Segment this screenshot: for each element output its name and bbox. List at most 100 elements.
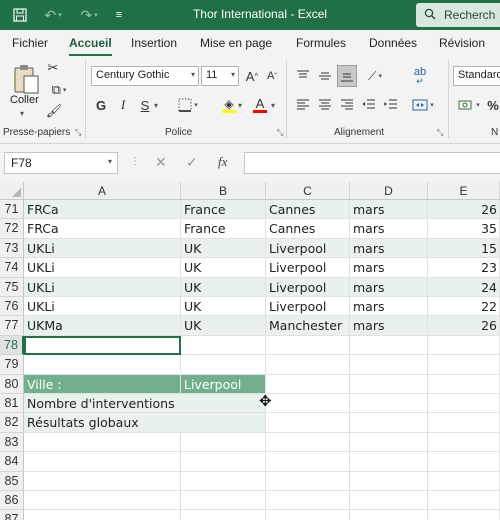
copy-icon[interactable]: ⧉ ▾ xyxy=(46,82,72,98)
paste-dropdown-icon[interactable]: ▾ xyxy=(20,109,24,118)
row-header[interactable]: 78 xyxy=(0,335,24,356)
row-header[interactable]: 85 xyxy=(0,471,24,491)
cell-c71[interactable]: Cannes xyxy=(266,200,350,220)
cell-c84[interactable] xyxy=(266,452,350,472)
cell-d72[interactable]: mars xyxy=(350,219,428,239)
cell-d75[interactable]: mars xyxy=(350,277,428,297)
cell-e82[interactable] xyxy=(428,413,500,433)
cell-d84[interactable] xyxy=(350,452,428,472)
select-all-button[interactable] xyxy=(0,182,24,200)
cell-e77[interactable]: 26 xyxy=(428,316,500,336)
cell-b85[interactable] xyxy=(181,471,266,491)
tab-insertion[interactable]: Insertion xyxy=(131,36,177,50)
row-header[interactable]: 75 xyxy=(0,277,24,297)
row-header[interactable]: 84 xyxy=(0,452,24,472)
font-launcher-icon[interactable]: ⤡ xyxy=(277,128,283,138)
cell-d83[interactable] xyxy=(350,432,428,453)
cell-c75[interactable]: Liverpool xyxy=(266,277,350,297)
cell-b77[interactable]: UK xyxy=(181,316,266,336)
tab-revision[interactable]: Révision xyxy=(439,36,485,50)
fill-color-dropdown-icon[interactable]: ▾ xyxy=(238,101,242,110)
cell-e76[interactable]: 22 xyxy=(428,297,500,317)
bold-button[interactable]: G xyxy=(94,96,108,114)
italic-button[interactable]: I xyxy=(116,96,130,114)
grow-font-button[interactable]: A ^ xyxy=(243,66,261,86)
cell-a74[interactable]: UKLi xyxy=(24,258,181,278)
formula-input[interactable] xyxy=(244,152,500,174)
row-header[interactable]: 71 xyxy=(0,200,24,220)
row-header[interactable]: 82 xyxy=(0,413,24,433)
cell-a87[interactable] xyxy=(24,510,181,520)
cell-a78[interactable] xyxy=(24,335,181,356)
cell-e83[interactable] xyxy=(428,432,500,453)
cell-a81[interactable]: Nombre d'interventions xyxy=(24,394,181,414)
cut-icon[interactable]: ✂ xyxy=(46,60,60,76)
cell-d82[interactable] xyxy=(350,413,428,433)
name-box[interactable]: F78 ▾ xyxy=(4,152,118,174)
cell-d79[interactable] xyxy=(350,355,428,375)
underline-dropdown-icon[interactable]: ▾ xyxy=(154,101,158,110)
cell-e87[interactable] xyxy=(428,510,500,520)
cell-b84[interactable] xyxy=(181,452,266,472)
cell-c86[interactable] xyxy=(266,491,350,511)
font-name-select[interactable]: Century Gothic ▾ xyxy=(91,66,199,86)
cell-c81[interactable] xyxy=(266,394,350,414)
cell-a75[interactable]: UKLi xyxy=(24,277,181,297)
cell-d77[interactable]: mars xyxy=(350,316,428,336)
cell-a79[interactable] xyxy=(24,355,181,375)
accounting-format-icon[interactable]: ▾ xyxy=(456,96,482,114)
redo-icon[interactable]: ↷ ▾ xyxy=(74,0,104,30)
cell-d85[interactable] xyxy=(350,471,428,491)
cell-b76[interactable]: UK xyxy=(181,297,266,317)
align-bottom-icon[interactable] xyxy=(337,65,357,87)
undo-icon[interactable]: ↶ ▾ xyxy=(38,0,68,30)
underline-button[interactable]: S xyxy=(138,96,152,114)
cell-c76[interactable]: Liverpool xyxy=(266,297,350,317)
cell-c80[interactable] xyxy=(266,374,350,394)
column-header-c[interactable]: C xyxy=(266,182,350,200)
cell-e74[interactable]: 23 xyxy=(428,258,500,278)
cell-a77[interactable]: UKMa xyxy=(24,316,181,336)
cell-b82[interactable] xyxy=(181,413,266,433)
cell-a86[interactable] xyxy=(24,491,181,511)
cell-d80[interactable] xyxy=(350,374,428,394)
row-header[interactable]: 86 xyxy=(0,491,24,511)
cell-c72[interactable]: Cannes xyxy=(266,219,350,239)
tab-accueil[interactable]: Accueil xyxy=(69,36,112,56)
cell-a83[interactable] xyxy=(24,432,181,453)
cell-e85[interactable] xyxy=(428,471,500,491)
row-header[interactable]: 79 xyxy=(0,355,24,375)
cell-c79[interactable] xyxy=(266,355,350,375)
row-header[interactable]: 83 xyxy=(0,432,24,453)
wrap-text-icon[interactable]: ab ↵ xyxy=(410,64,430,86)
cell-b72[interactable]: France xyxy=(181,219,266,239)
cell-b80[interactable]: Liverpool xyxy=(181,374,266,394)
row-header[interactable]: 87 xyxy=(0,510,24,520)
tab-mise-en-page[interactable]: Mise en page xyxy=(200,36,272,50)
cell-e84[interactable] xyxy=(428,452,500,472)
format-painter-icon[interactable]: 🖌 xyxy=(46,103,63,119)
row-header[interactable]: 77 xyxy=(0,316,24,336)
cell-a80[interactable]: Ville : xyxy=(24,374,181,394)
search-box[interactable]: Recherch xyxy=(416,3,500,27)
cell-b74[interactable]: UK xyxy=(181,258,266,278)
customize-quick-access-icon[interactable]: ≡ xyxy=(110,0,128,30)
row-header[interactable]: 80 xyxy=(0,374,24,394)
font-size-select[interactable]: 11 ▾ xyxy=(201,66,239,86)
cell-e71[interactable]: 26 xyxy=(428,200,500,220)
column-header-d[interactable]: D xyxy=(350,182,428,200)
clipboard-launcher-icon[interactable]: ⤡ xyxy=(75,128,81,138)
cell-c78[interactable] xyxy=(266,335,350,356)
cell-b78[interactable] xyxy=(181,335,266,356)
cell-a85[interactable] xyxy=(24,471,181,491)
borders-icon[interactable]: ▾ xyxy=(174,96,202,114)
paste-button[interactable]: Coller xyxy=(10,94,39,106)
orientation-icon[interactable]: ⟋ ▾ xyxy=(362,66,388,86)
align-left-icon[interactable] xyxy=(294,96,312,114)
insert-function-button[interactable]: fx xyxy=(218,154,227,170)
column-header-e[interactable]: E xyxy=(428,182,500,200)
cell-b79[interactable] xyxy=(181,355,266,375)
cell-e79[interactable] xyxy=(428,355,500,375)
cell-c85[interactable] xyxy=(266,471,350,491)
number-format-select[interactable]: Standard xyxy=(453,66,500,86)
